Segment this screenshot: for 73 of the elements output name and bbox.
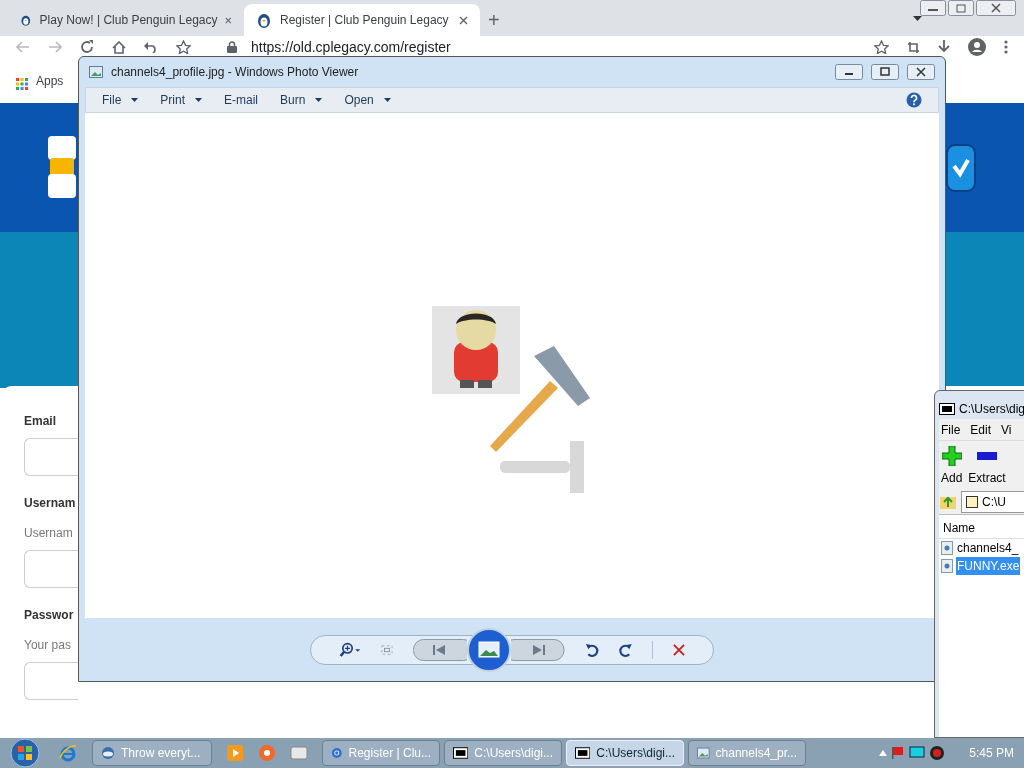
maximize-icon[interactable] xyxy=(871,64,899,80)
address-field[interactable]: https://old.cplegacy.com/register xyxy=(251,39,451,55)
archive-icon xyxy=(939,403,955,415)
minus-icon xyxy=(977,452,998,460)
profile-icon[interactable] xyxy=(968,38,986,56)
flag-icon[interactable] xyxy=(891,746,906,760)
logo-icon[interactable] xyxy=(48,135,76,200)
previous-icon[interactable] xyxy=(413,638,467,661)
internet-explorer-icon[interactable] xyxy=(59,744,77,762)
media-player-icon[interactable] xyxy=(226,744,244,762)
menu-item[interactable]: Edit xyxy=(970,420,992,439)
menu-item[interactable]: Open xyxy=(344,91,391,109)
next-icon[interactable] xyxy=(511,638,565,661)
menu-item[interactable]: Vi xyxy=(1001,420,1012,439)
monitor-icon[interactable] xyxy=(909,746,926,760)
browser-tab[interactable]: Play Now! | Club Penguin Legacy xyxy=(8,4,244,36)
menu-item[interactable]: Burn xyxy=(280,91,323,109)
star-icon[interactable] xyxy=(176,40,191,54)
tray-expand-icon[interactable] xyxy=(879,750,888,756)
browser-icon xyxy=(331,746,343,760)
path-field[interactable]: C:\U xyxy=(961,490,1024,513)
field-hint: Your pas xyxy=(24,637,71,654)
file-icon xyxy=(941,559,953,573)
field-label: Usernam xyxy=(24,495,76,512)
archive-icon xyxy=(575,747,591,759)
delete-icon[interactable] xyxy=(673,642,685,657)
column-header[interactable]: Name xyxy=(939,517,1024,539)
taskbar-button[interactable]: C:\Users\digi... xyxy=(566,740,684,766)
toolbar-button[interactable]: Add xyxy=(941,445,963,487)
folder-icon xyxy=(966,495,978,508)
toolbar-button[interactable]: Extract xyxy=(968,445,1006,487)
image-icon xyxy=(89,66,103,78)
close-icon[interactable] xyxy=(907,64,935,80)
archive-icon xyxy=(453,747,469,759)
file-icon xyxy=(941,541,953,555)
file-name[interactable]: channels4_ xyxy=(956,539,1020,557)
field-label: Passwor xyxy=(24,607,74,624)
field-hint: Usernam xyxy=(24,525,73,542)
plus-icon xyxy=(941,446,962,466)
image-icon xyxy=(697,747,710,759)
apps-icon[interactable] xyxy=(16,78,28,90)
field-label: Email xyxy=(24,413,56,430)
menu-icon[interactable] xyxy=(1004,40,1008,54)
window-title: C:\Users\dig xyxy=(959,401,1024,418)
penguin-icon xyxy=(256,12,272,28)
restore-icon[interactable] xyxy=(948,0,974,16)
home-icon[interactable] xyxy=(112,40,126,54)
minimize-icon[interactable] xyxy=(920,0,946,16)
globe-icon xyxy=(101,746,115,760)
new-tab-button[interactable]: + xyxy=(480,4,508,36)
window-title: channels4_profile.jpg - Windows Photo Viewer xyxy=(111,64,360,81)
bookmark-star-icon[interactable] xyxy=(874,40,889,54)
close-icon[interactable] xyxy=(459,15,468,25)
close-icon[interactable] xyxy=(976,0,1016,16)
menu-item[interactable]: File xyxy=(941,420,961,439)
tab-title: Register | Club Penguin Legacy xyxy=(280,12,450,29)
reload-icon[interactable] xyxy=(80,40,94,54)
slideshow-icon[interactable] xyxy=(467,627,511,672)
download-icon[interactable] xyxy=(938,40,950,54)
tab-title: Play Now! | Club Penguin Legacy xyxy=(39,12,218,29)
play-button-icon[interactable] xyxy=(946,143,976,192)
dropdown-icon[interactable] xyxy=(913,16,922,21)
bookmark-link[interactable]: Apps xyxy=(36,72,64,90)
minimize-icon[interactable] xyxy=(835,64,863,80)
zoom-icon[interactable] xyxy=(339,640,362,659)
undo-icon[interactable] xyxy=(144,41,158,53)
help-icon[interactable] xyxy=(906,92,922,108)
browser-tab[interactable]: Register | Club Penguin Legacy xyxy=(244,4,480,36)
menu-item[interactable]: Print xyxy=(160,91,203,109)
app-icon[interactable] xyxy=(258,744,276,762)
lock-icon xyxy=(227,41,237,53)
menu-item[interactable]: File xyxy=(102,91,139,109)
menu-item[interactable]: E-mail xyxy=(224,91,259,109)
